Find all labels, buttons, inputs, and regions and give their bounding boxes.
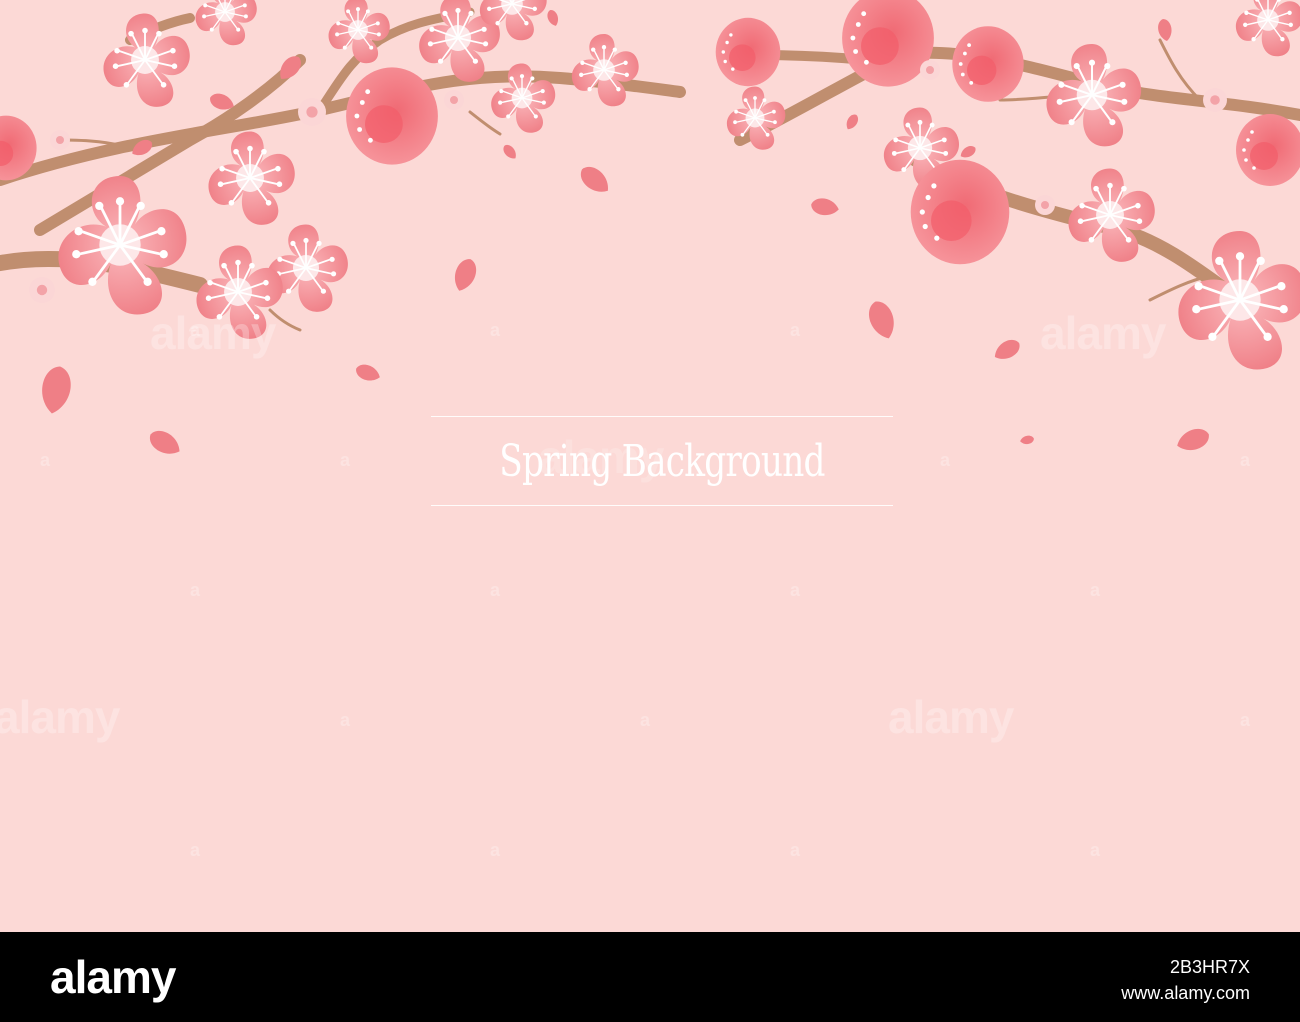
stock-footer-bar: alamy 2B3HR7X www.alamy.com: [0, 932, 1300, 1022]
image-meta: 2B3HR7X www.alamy.com: [1121, 954, 1250, 1006]
watermark-mark: a: [340, 450, 351, 470]
alamy-logo: alamy: [50, 951, 176, 1003]
watermark-mark: a: [1240, 710, 1251, 730]
watermark-mark: a: [40, 450, 51, 470]
title-rule-top: [431, 416, 893, 417]
watermark-mark: a: [340, 710, 351, 730]
watermark-mark: a: [790, 840, 801, 860]
watermark-mark: a: [490, 840, 501, 860]
site-url: www.alamy.com: [1121, 983, 1250, 1003]
watermark-mark: a: [190, 840, 201, 860]
artwork-title: Spring Background: [499, 435, 825, 487]
watermark-mark: a: [790, 320, 801, 340]
watermark-alamy: alamy: [1040, 307, 1166, 359]
watermark-mark: a: [490, 320, 501, 340]
watermark-alamy: alamy: [0, 691, 120, 743]
watermark-alamy: alamy: [888, 691, 1014, 743]
watermark-mark: a: [1090, 840, 1101, 860]
watermark-mark: a: [190, 580, 201, 600]
title-rule-bottom: [431, 505, 893, 506]
watermark-alamy: alamy: [150, 307, 276, 359]
watermark-mark: a: [190, 320, 201, 340]
watermark-mark: a: [640, 710, 651, 730]
image-id: 2B3HR7X: [1169, 957, 1250, 977]
watermark-mark: a: [790, 580, 801, 600]
stock-image: alamy alamy alamy alamy alamy a a a a a …: [0, 0, 1300, 1022]
watermark-mark: a: [1090, 580, 1101, 600]
watermark-mark: a: [940, 450, 951, 470]
watermark-mark: a: [1240, 450, 1251, 470]
watermark-mark: a: [490, 580, 501, 600]
